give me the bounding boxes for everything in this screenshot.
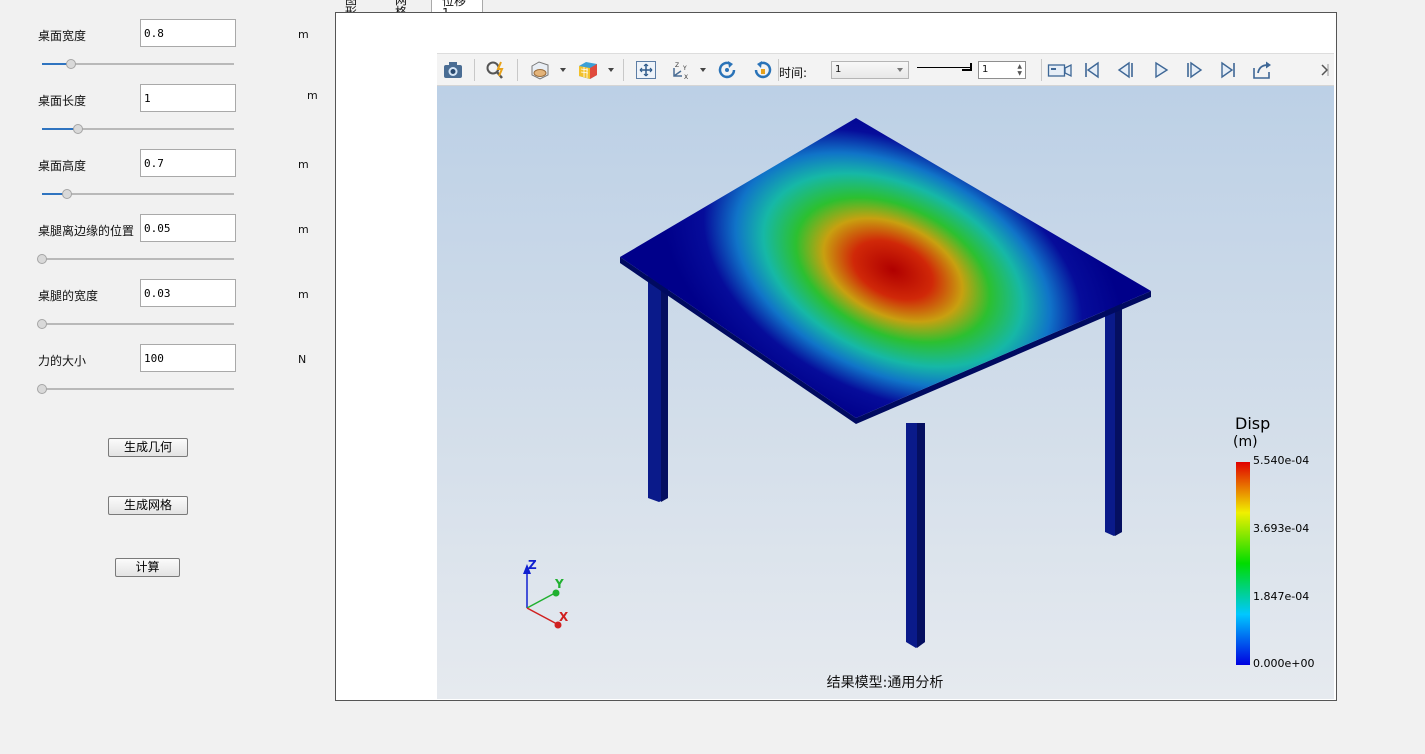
leg-width-slider[interactable] <box>37 319 234 329</box>
axis-triad: Z Y X <box>523 558 569 629</box>
generate-mesh-button[interactable]: 生成网格 <box>108 496 188 515</box>
color-legend: Disp (m) 5.540e-04 3.693e-04 1.847e-04 0… <box>1233 414 1314 670</box>
axis-y-line <box>526 592 556 609</box>
svg-text:X: X <box>684 74 688 80</box>
last-frame-icon[interactable] <box>1217 59 1239 81</box>
param-label-length: 桌面长度 <box>38 94 87 108</box>
legend-unit: (m) <box>1233 434 1258 450</box>
force-slider[interactable] <box>37 384 234 394</box>
legend-tick-max: 5.540e-04 <box>1253 454 1309 467</box>
legend-tick-min: 0.000e+00 <box>1253 657 1314 670</box>
axis-x-label: X <box>559 610 569 624</box>
chevron-down-icon <box>897 68 903 72</box>
export-icon[interactable] <box>1251 59 1273 81</box>
unit-force: N <box>298 353 307 366</box>
rotate-icon[interactable] <box>717 59 739 81</box>
unit-width: m <box>298 28 309 41</box>
table-leg-back-right <box>1105 298 1122 536</box>
query-icon[interactable] <box>485 59 507 81</box>
svg-text:Y: Y <box>682 65 687 72</box>
svg-text:Z: Z <box>675 62 679 69</box>
prev-frame-icon[interactable] <box>1115 59 1137 81</box>
tabletop-surface <box>620 118 1151 418</box>
axis-z-label: Z <box>528 558 537 572</box>
slider-thumb[interactable] <box>73 124 84 134</box>
unit-length: m <box>307 89 318 102</box>
time-select[interactable]: 1 <box>831 61 909 79</box>
height-input[interactable] <box>140 149 236 177</box>
unit-leg-width: m <box>298 288 309 301</box>
time-spinbox[interactable]: 1 ▲ ▼ <box>978 61 1026 79</box>
section-view-icon[interactable] <box>529 59 551 81</box>
table-leg-front <box>906 423 925 648</box>
force-input[interactable] <box>140 344 236 372</box>
time-select-value: 1 <box>835 64 842 75</box>
slider-thumb[interactable] <box>65 59 76 69</box>
legend-tick-low: 1.847e-04 <box>1253 590 1309 603</box>
width-input[interactable] <box>140 19 236 47</box>
slider-thumb[interactable] <box>37 319 47 329</box>
slider-thumb[interactable] <box>37 384 47 394</box>
slider-thumb[interactable] <box>37 254 47 264</box>
generate-geometry-button[interactable]: 生成几何 <box>108 438 188 457</box>
leg-offset-slider[interactable] <box>37 254 234 264</box>
unit-height: m <box>298 158 309 171</box>
param-label-height: 桌面高度 <box>38 159 87 173</box>
length-input[interactable] <box>140 84 236 112</box>
next-frame-icon[interactable] <box>1183 59 1205 81</box>
play-icon[interactable] <box>1150 59 1172 81</box>
legend-tick-high: 3.693e-04 <box>1253 522 1309 535</box>
reset-view-icon[interactable] <box>751 59 773 81</box>
record-icon[interactable] <box>1047 59 1073 81</box>
legend-title: Disp <box>1235 414 1270 433</box>
axis-y-label: Y <box>554 577 564 591</box>
unit-leg-offset: m <box>298 223 309 236</box>
toolbar-expand-icon[interactable] <box>1319 59 1331 81</box>
height-slider[interactable] <box>42 189 234 199</box>
time-spinbox-value: 1 <box>982 64 989 75</box>
time-label: 时间: <box>779 66 808 80</box>
render-mode-icon[interactable] <box>577 59 599 81</box>
fit-view-icon[interactable] <box>635 59 657 81</box>
first-frame-icon[interactable] <box>1081 59 1103 81</box>
length-slider[interactable] <box>42 124 234 134</box>
spin-arrows-icon[interactable]: ▲ ▼ <box>1017 63 1022 77</box>
result-viewport[interactable]: Z Y X Disp (m) 5.540e-04 3.693e-04 1.847… <box>437 86 1334 699</box>
time-slider-handle[interactable] <box>962 63 972 71</box>
param-label-leg-offset: 桌腿离边缘的位置 <box>38 224 135 238</box>
param-label-force: 力的大小 <box>38 354 87 368</box>
axis-view-icon[interactable]: ZYX <box>669 59 691 81</box>
axis-x-line <box>526 607 558 625</box>
leg-width-input[interactable] <box>140 279 236 307</box>
param-label-leg-width: 桌腿的宽度 <box>38 289 99 303</box>
table-leg-back-left <box>648 268 668 502</box>
fem-result-plot: Z Y X Disp (m) 5.540e-04 3.693e-04 1.847… <box>523 118 1314 691</box>
viewer-toolbar: ZYX 时间: 1 1 ▲ ▼ <box>437 53 1334 86</box>
model-caption: 结果模型:通用分析 <box>827 675 944 691</box>
leg-offset-input[interactable] <box>140 214 236 242</box>
param-label-width: 桌面宽度 <box>38 29 87 43</box>
camera-icon[interactable] <box>442 59 464 81</box>
legend-color-bar <box>1236 462 1250 665</box>
compute-button[interactable]: 计算 <box>115 558 180 577</box>
width-slider[interactable] <box>42 59 234 69</box>
slider-thumb[interactable] <box>61 189 72 199</box>
